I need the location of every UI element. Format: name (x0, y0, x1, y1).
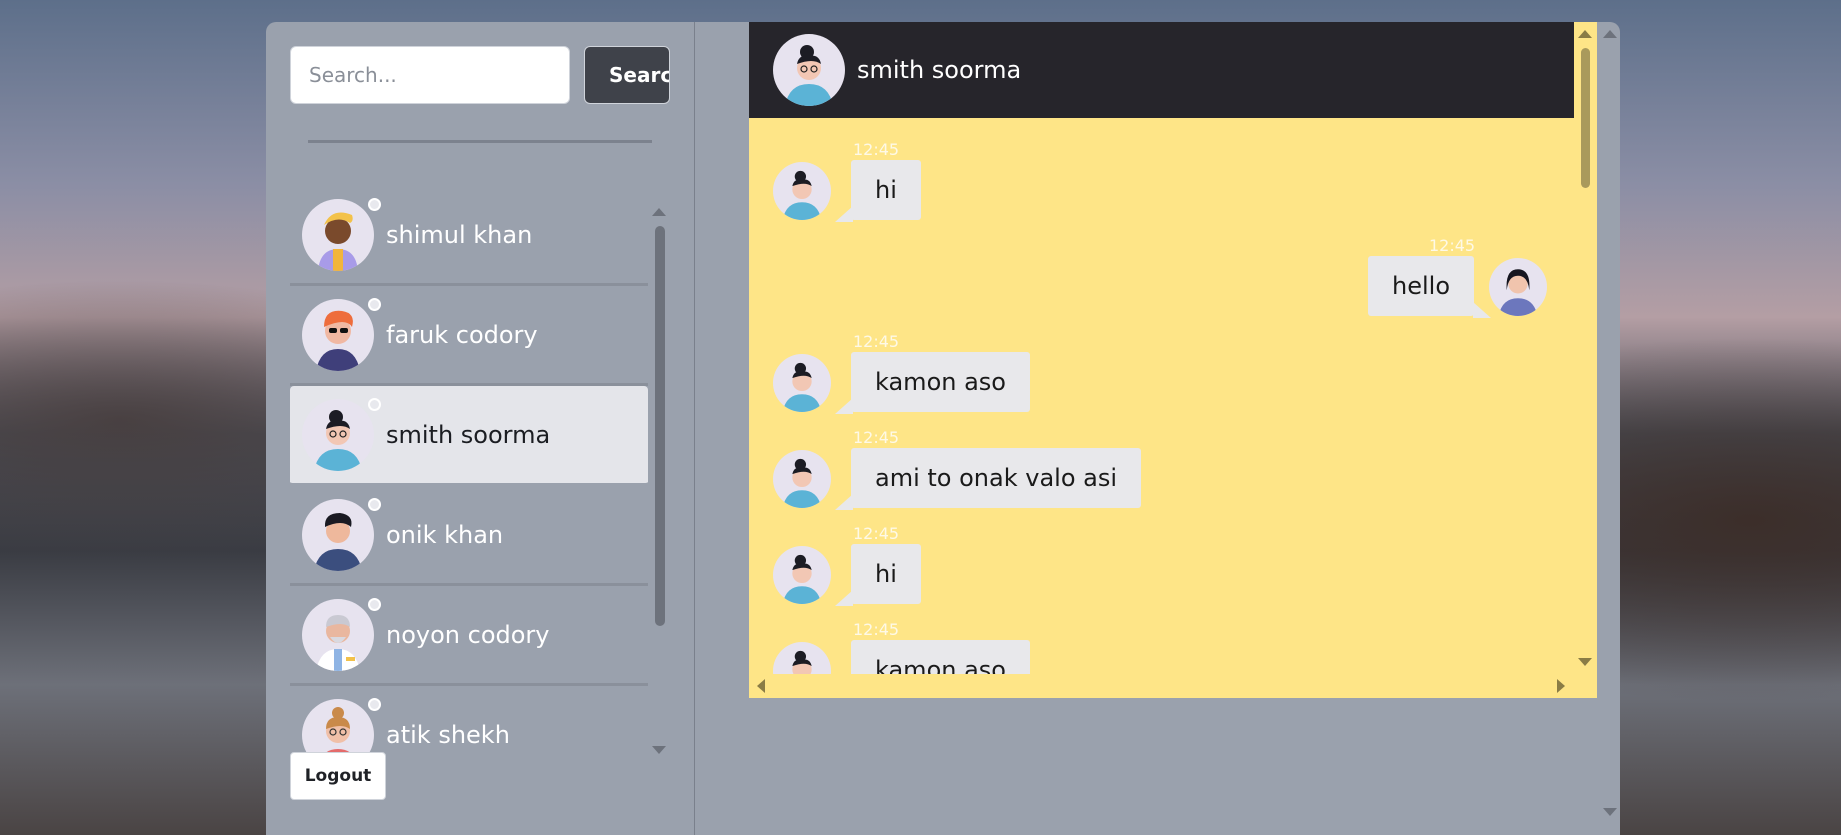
scroll-down-arrow-icon[interactable] (652, 746, 666, 754)
status-indicator (368, 298, 381, 311)
man-orange-hair-sunglasses-avatar (302, 298, 374, 371)
message-bubble: kamon aso (851, 352, 1030, 412)
chat-header: smith soorma (749, 22, 1574, 118)
message-received: 12:45 hi (749, 118, 1574, 222)
contact-item-onik-khan[interactable]: onik khan (290, 486, 648, 586)
contact-name: shimul khan (386, 220, 533, 249)
contact-item-noyon-codory[interactable]: noyon codory (290, 586, 648, 686)
message-time: 12:45 (853, 332, 900, 351)
message-received: 12:45 kamon aso (749, 310, 1574, 414)
scroll-down-arrow-icon[interactable] (1603, 808, 1617, 816)
man-curly-hair-glasses-avatar (302, 398, 374, 471)
man-curly-hair-glasses-avatar (773, 34, 845, 106)
window-scrollbar[interactable] (1600, 22, 1620, 835)
message-list: 12:45 hi 12:45 hello 12:45 kamon aso 12:… (749, 118, 1574, 674)
message-bubble: hi (851, 160, 921, 220)
status-indicator (368, 198, 381, 211)
contact-name: faruk codory (386, 320, 538, 349)
scroll-up-arrow-icon[interactable] (1578, 30, 1592, 38)
status-indicator (368, 398, 381, 411)
message-time: 12:45 (853, 140, 900, 159)
contact-name: onik khan (386, 520, 504, 549)
message-time: 12:45 (853, 620, 900, 639)
woman-yellow-hair-avatar (302, 198, 374, 271)
chat-header-name: smith soorma (857, 56, 1022, 84)
man-dark-hair-avatar (302, 498, 374, 571)
scroll-up-arrow-icon[interactable] (1603, 30, 1617, 38)
search-input[interactable] (290, 46, 570, 104)
chat-panel: smith soorma 12:45 hi 12:45 hello 12:45 … (749, 22, 1597, 698)
contact-list-scrollbar[interactable] (652, 204, 666, 754)
message-received: 12:45 hi (749, 502, 1574, 606)
scroll-left-arrow-icon[interactable] (757, 679, 765, 693)
message-received: 12:45 kamon aso (749, 598, 1574, 674)
chat-app-window: Search shimul khan (266, 22, 1620, 835)
contact-item-shimul-khan[interactable]: shimul khan (290, 186, 648, 286)
contacts-panel: Search shimul khan (266, 22, 695, 835)
contact-item-smith-soorma[interactable]: smith soorma (290, 386, 648, 486)
contact-name: noyon codory (386, 620, 550, 649)
logout-button[interactable]: Logout (290, 752, 386, 800)
status-indicator (368, 698, 381, 711)
message-time: 12:45 (853, 428, 900, 447)
scroll-right-arrow-icon[interactable] (1557, 679, 1565, 693)
message-bubble: hello (1368, 256, 1474, 316)
message-sent: 12:45 hello (749, 214, 1574, 318)
woman-dark-hair-avatar (1489, 258, 1547, 316)
contact-list: shimul khan faruk codory smith soorma on… (290, 186, 648, 764)
man-curly-hair-glasses-avatar (773, 642, 831, 674)
message-bubble: kamon aso (851, 640, 1030, 674)
man-curly-hair-glasses-avatar (773, 450, 831, 508)
man-curly-hair-glasses-avatar (773, 162, 831, 220)
divider (308, 140, 652, 143)
man-curly-hair-glasses-avatar (773, 354, 831, 412)
scroll-down-arrow-icon[interactable] (1578, 658, 1592, 666)
chat-horizontal-scrollbar[interactable] (749, 674, 1574, 698)
scrollbar-thumb[interactable] (1581, 48, 1590, 188)
search-button[interactable]: Search (584, 46, 670, 104)
contact-name: smith soorma (386, 420, 551, 449)
contact-name: atik shekh (386, 720, 510, 749)
old-man-doctor-avatar (302, 598, 374, 671)
status-indicator (368, 498, 381, 511)
contact-item-faruk-codory[interactable]: faruk codory (290, 286, 648, 386)
message-bubble: ami to onak valo asi (851, 448, 1142, 508)
message-bubble: hi (851, 544, 921, 604)
scrollbar-thumb[interactable] (655, 226, 665, 626)
message-received: 12:45 ami to onak valo asi (749, 406, 1574, 510)
chat-vertical-scrollbar[interactable] (1574, 22, 1597, 674)
message-time: 12:45 (853, 524, 900, 543)
status-indicator (368, 598, 381, 611)
man-curly-hair-glasses-avatar (773, 546, 831, 604)
message-time: 12:45 (1429, 236, 1476, 255)
scroll-up-arrow-icon[interactable] (652, 208, 666, 216)
